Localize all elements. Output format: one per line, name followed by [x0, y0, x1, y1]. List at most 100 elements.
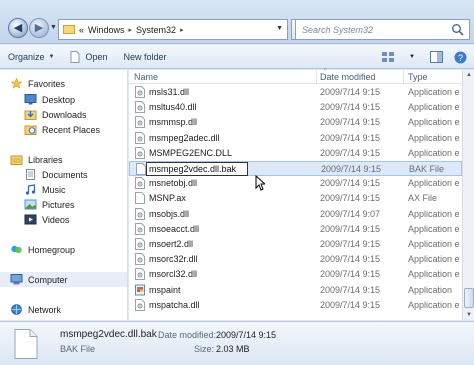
organize-button[interactable]: Organize ▼: [0, 45, 62, 69]
scroll-thumb[interactable]: [464, 288, 474, 308]
dll-file-icon: [135, 116, 145, 129]
dll-file-icon: [135, 131, 145, 144]
details-date-value: 2009/7/14 9:15: [216, 330, 277, 340]
file-row[interactable]: msltus40.dll 2009/7/14 9:15 Application e: [129, 100, 462, 115]
file-name: msnetobj.dll: [149, 178, 198, 189]
dll-file-icon: [135, 207, 145, 220]
recent-pages-dropdown[interactable]: ▼: [50, 24, 57, 31]
search-icon[interactable]: [451, 23, 465, 37]
file-date: 2009/7/14 9:15: [320, 254, 381, 265]
nav-favorites[interactable]: Favorites: [10, 76, 65, 91]
file-date: 2009/7/14 9:15: [320, 223, 381, 234]
column-divider[interactable]: [403, 70, 404, 84]
help-button[interactable]: ?: [452, 49, 468, 65]
file-row[interactable]: MSMPEG2ENC.DLL 2009/7/14 9:15 Application …: [129, 146, 462, 161]
nav-music[interactable]: Music: [24, 182, 66, 197]
file-type: Application e: [408, 254, 460, 265]
scroll-down-icon[interactable]: ▼: [464, 310, 474, 320]
file-row[interactable]: msoert2.dll 2009/7/14 9:15 Application e: [129, 237, 462, 252]
vertical-scrollbar[interactable]: ▲ ▼: [462, 70, 474, 320]
downloads-icon: [24, 110, 37, 120]
nav-homegroup[interactable]: Homegroup: [10, 242, 75, 257]
column-type[interactable]: Type: [408, 72, 428, 82]
view-icon: [382, 52, 394, 62]
preview-pane-button[interactable]: [428, 49, 444, 65]
nav-label: Libraries: [28, 154, 63, 165]
file-type: BAK File: [409, 164, 445, 174]
file-row[interactable]: mspaint 2009/7/14 9:15 Application: [129, 283, 462, 298]
file-name: msls31.dll: [149, 87, 190, 97]
breadcrumb-separator-icon[interactable]: ▸: [129, 26, 133, 34]
file-name: mspatcha.dll: [149, 299, 200, 310]
text-cursor-icon: [255, 175, 265, 191]
nav-label: Pictures: [42, 199, 75, 210]
computer-icon: [10, 274, 23, 285]
file-row[interactable]: msobjs.dll 2009/7/14 9:07 Application e: [129, 207, 462, 222]
column-date-modified[interactable]: Date modified: [320, 72, 376, 82]
file-row[interactable]: msorcl32.dll 2009/7/14 9:15 Application e: [129, 267, 462, 282]
file-type: Application e: [408, 87, 460, 97]
file-date: 2009/7/14 9:15: [321, 164, 382, 174]
file-type: Application e: [408, 269, 460, 280]
nav-documents[interactable]: Documents: [24, 167, 88, 182]
column-name[interactable]: Name: [134, 72, 158, 82]
address-prefix[interactable]: «: [79, 25, 84, 35]
file-row[interactable]: mspatcha.dll 2009/7/14 9:15 Application e: [129, 298, 462, 313]
file-date: 2009/7/14 9:07: [320, 208, 381, 219]
file-type: AX File: [408, 193, 438, 204]
breadcrumb-system32[interactable]: System32: [136, 25, 176, 35]
nav-network[interactable]: Network: [10, 302, 61, 317]
nav-pictures[interactable]: Pictures: [24, 197, 75, 212]
file-row[interactable]: msmpeg2adec.dll 2009/7/14 9:15 Application…: [129, 131, 462, 146]
nav-computer[interactable]: Computer: [0, 272, 127, 287]
back-button[interactable]: ◀: [8, 18, 28, 38]
file-date: 2009/7/14 9:15: [320, 284, 381, 295]
view-options-button[interactable]: ▼: [404, 49, 420, 65]
file-row[interactable]: 2009/7/14 9:15 BAK File: [129, 161, 462, 176]
svg-text:?: ?: [457, 53, 462, 63]
preview-pane-icon: [429, 51, 443, 63]
file-row[interactable]: msmmsp.dll 2009/7/14 9:15 Application e: [129, 115, 462, 130]
nav-libraries[interactable]: Libraries: [10, 152, 63, 167]
address-bar[interactable]: « Windows ▸ System32 ▸ ▼: [58, 19, 288, 40]
file-date: 2009/7/14 9:15: [320, 269, 381, 280]
file-date: 2009/7/14 9:15: [320, 117, 381, 128]
change-view-button[interactable]: [380, 49, 396, 65]
rename-input[interactable]: [146, 162, 248, 176]
search-placeholder: Search System32: [302, 25, 374, 35]
new-folder-button[interactable]: New folder: [116, 45, 175, 69]
dll-file-icon: [135, 146, 145, 159]
address-row: ◀ ▶ ▼ « Windows ▸ System32 ▸ ▼ ↻ Search …: [0, 0, 474, 44]
search-input[interactable]: Search System32: [295, 19, 470, 40]
file-row[interactable]: MSNP.ax 2009/7/14 9:15 AX File: [129, 191, 462, 206]
file-name: MSNP.ax: [149, 193, 186, 204]
forward-button[interactable]: ▶: [29, 18, 49, 38]
file-type: Application e: [408, 239, 460, 249]
nav-downloads[interactable]: Downloads: [24, 107, 87, 122]
dll-file-icon: [135, 86, 145, 98]
scroll-up-icon[interactable]: ▲: [464, 70, 474, 80]
nav-videos[interactable]: Videos: [24, 212, 69, 227]
chevron-down-icon: ▼: [48, 53, 55, 60]
file-row[interactable]: msls31.dll 2009/7/14 9:15 Application e: [129, 85, 462, 100]
application-icon: [135, 284, 145, 296]
breadcrumb-windows[interactable]: Windows: [88, 25, 125, 35]
address-dropdown-icon[interactable]: ▼: [276, 25, 283, 32]
nav-label: Videos: [42, 214, 70, 225]
file-name: msltus40.dll: [149, 102, 197, 113]
file-name: msorc32r.dll: [149, 254, 198, 265]
open-button[interactable]: Open: [62, 45, 115, 69]
column-divider[interactable]: [316, 70, 317, 84]
nav-recent-places[interactable]: Recent Places: [24, 122, 100, 137]
details-size-label: Size:: [194, 344, 215, 354]
file-row[interactable]: msoeacct.dll 2009/7/14 9:15 Application e: [129, 222, 462, 237]
details-date-label: Date modified:: [158, 330, 217, 340]
nav-desktop[interactable]: Desktop: [24, 92, 75, 107]
file-icon: [70, 50, 80, 63]
view-controls: ▼ ?: [380, 49, 468, 65]
pictures-icon: [24, 199, 37, 210]
breadcrumb-separator-icon[interactable]: ▸: [180, 26, 184, 34]
file-row[interactable]: msnetobj.dll 2009/7/14 9:15 Application e: [129, 176, 462, 191]
file-name: msobjs.dll: [149, 208, 190, 219]
file-row[interactable]: msorc32r.dll 2009/7/14 9:15 Application e: [129, 252, 462, 267]
